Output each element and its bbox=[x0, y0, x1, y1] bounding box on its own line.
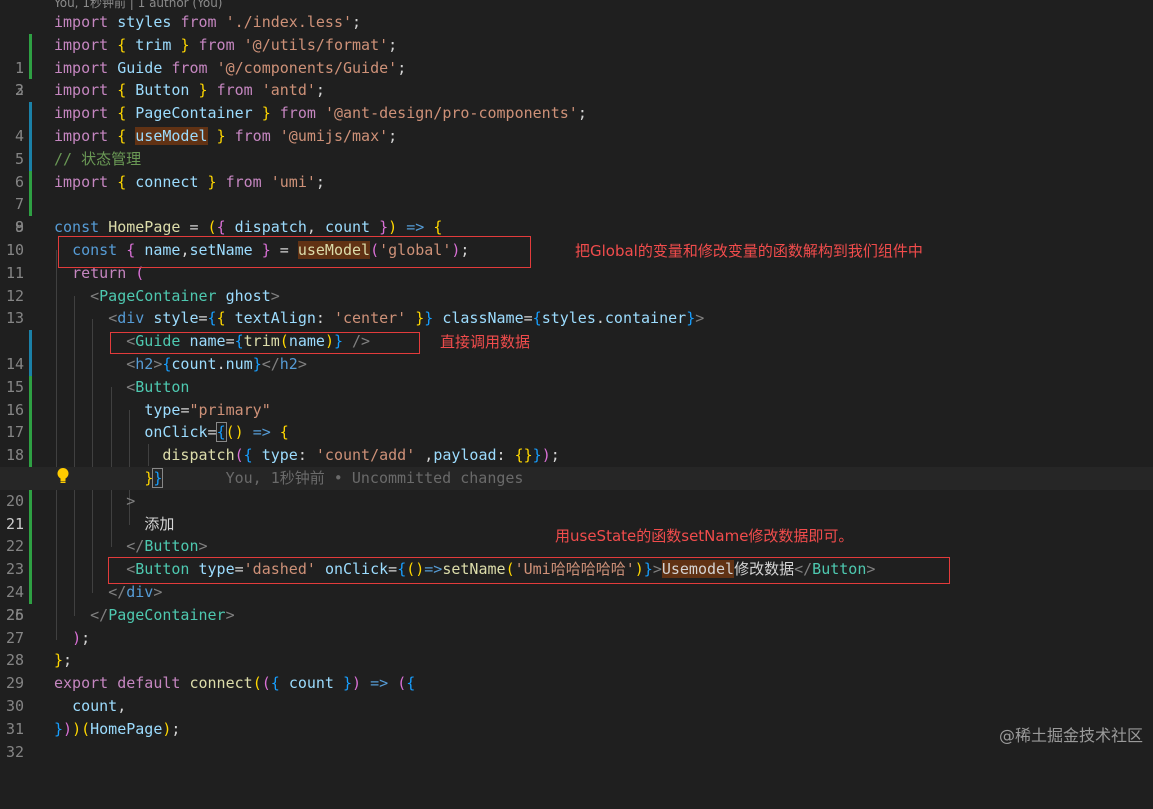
code-line[interactable]: 18 type="primary" bbox=[0, 399, 1153, 465]
annotation-box-usemodel bbox=[58, 236, 531, 268]
code-line[interactable]: 22 > bbox=[0, 490, 1153, 556]
annotation-destructure-note: 把Global的变量和修改变量的函数解构到我们组件中 bbox=[575, 242, 923, 260]
watermark: @稀土掘金技术社区 bbox=[998, 726, 1143, 745]
code-line[interactable]: 26 </div> bbox=[0, 581, 1153, 624]
code-line-current[interactable]: 21 }} You, 1秒钟前 • Uncommitted changes bbox=[0, 467, 1153, 533]
code-line[interactable]: 1 import styles from './index.less'; bbox=[0, 11, 1153, 77]
code-line[interactable]: 29 }; bbox=[0, 649, 1153, 692]
inline-blame: You, 1秒钟前 • Uncommitted changes bbox=[225, 469, 524, 487]
code-line[interactable]: 3 import Guide from '@/components/Guide'… bbox=[0, 57, 1153, 100]
code-line[interactable]: 28 ); bbox=[0, 627, 1153, 670]
code-line[interactable]: 9 bbox=[0, 193, 1153, 236]
code-line[interactable]: 6 import { useModel } from '@umijs/max'; bbox=[0, 125, 1153, 191]
code-line[interactable]: 27 </PageContainer> bbox=[0, 604, 1153, 647]
code-line[interactable]: 4 import { Button } from 'antd'; bbox=[0, 79, 1153, 145]
code-line[interactable]: 17 <Button bbox=[0, 376, 1153, 442]
code-line[interactable]: 31 count, bbox=[0, 695, 1153, 738]
code-line[interactable]: 32 }))(HomePage); bbox=[0, 718, 1153, 761]
code-line[interactable]: 8 import { connect } from 'umi'; bbox=[0, 171, 1153, 237]
code-line[interactable]: 5 import { PageContainer } from '@ant-de… bbox=[0, 102, 1153, 168]
code-line[interactable]: 7 // 状态管理 bbox=[0, 148, 1153, 214]
annotation-box-guide bbox=[110, 332, 420, 354]
code-line[interactable]: 14 <div style={{ textAlign: 'center' }} … bbox=[0, 307, 1153, 373]
blame-codelens[interactable]: You, 1秒钟前 | 1 author (You) bbox=[54, 0, 222, 11]
code-line[interactable]: 30 export default connect(({ count }) =>… bbox=[0, 672, 1153, 715]
annotation-box-setname-button bbox=[108, 557, 950, 584]
code-line[interactable]: 13 <PageContainer ghost> bbox=[0, 285, 1153, 328]
annotation-direct-call-note: 直接调用数据 bbox=[440, 333, 531, 351]
code-editor[interactable]: You, 1秒钟前 | 1 author (You) 1 import styl… bbox=[0, 0, 1153, 761]
code-line[interactable]: 2 import { trim } from '@/utils/format'; bbox=[0, 34, 1153, 100]
lightbulb-icon[interactable] bbox=[56, 467, 70, 485]
annotation-setname-note: 用useState的函数setName修改数据即可。 bbox=[555, 527, 854, 545]
code-line[interactable]: 19 onClick={() => { bbox=[0, 421, 1153, 487]
code-line[interactable]: 16 <h2>{count.num}</h2> bbox=[0, 353, 1153, 419]
code-line[interactable]: 20 dispatch({ type: 'count/add' ,payload… bbox=[0, 444, 1153, 510]
